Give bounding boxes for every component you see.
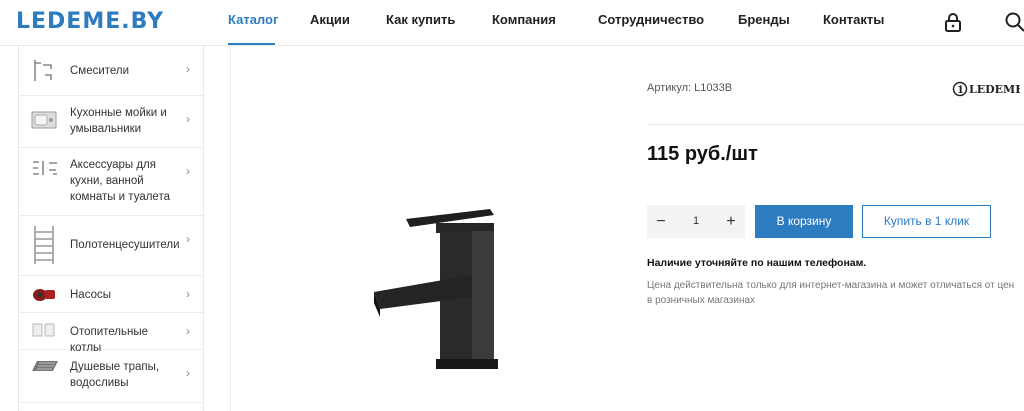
nav-cooperation[interactable]: Сотрудничество — [598, 12, 704, 27]
nav-promotions[interactable]: Акции — [310, 12, 350, 27]
chevron-right-icon: › — [186, 366, 190, 380]
chevron-right-icon: › — [186, 324, 190, 338]
buy-one-click-button[interactable]: Купить в 1 клик — [862, 205, 991, 238]
sidebar-item-sinks[interactable]: Кухонные мойки и умывальники › — [19, 96, 203, 148]
sidebar-item-label: Кухонные мойки и умывальники — [70, 107, 167, 135]
sidebar-item-pumps[interactable]: Насосы › — [19, 276, 203, 313]
catalog-sidebar: Смесители › Кухонные мойки и умывальники… — [18, 46, 204, 411]
brand-logo[interactable]: 1 LEDEME — [952, 80, 1024, 98]
price-disclaimer: Цена действительна только для интернет-м… — [647, 280, 1015, 306]
sidebar-item-towel-dryers[interactable]: Полотенцесушители › — [19, 216, 203, 276]
sidebar-item-boilers[interactable]: Отопительные котлы › — [19, 313, 203, 354]
chevron-right-icon: › — [186, 112, 190, 126]
chevron-right-icon: › — [186, 62, 190, 76]
nav-catalog[interactable]: Каталог — [228, 12, 278, 27]
site-header: LEDEME.BY Каталог Акции Как купить Компа… — [0, 0, 1024, 46]
site-logo[interactable]: LEDEME.BY — [16, 9, 164, 34]
content-divider — [230, 46, 231, 411]
product-image — [340, 195, 520, 375]
sidebar-item-label: Полотенцесушители — [70, 239, 180, 251]
quantity-stepper: − + — [647, 205, 745, 238]
availability-note: Наличие уточняйте по нашим телефонам. — [647, 257, 867, 269]
decrease-quantity-button[interactable]: − — [647, 205, 675, 238]
sidebar-item-faucets[interactable]: Смесители › — [19, 46, 203, 96]
increase-quantity-button[interactable]: + — [717, 205, 745, 238]
accessories-thumb-icon — [31, 158, 57, 178]
chevron-right-icon: › — [186, 164, 190, 178]
sidebar-item-label: Насосы — [70, 289, 111, 301]
towel-dryer-thumb-icon — [31, 224, 57, 266]
product-sku: Артикул: L1033B — [647, 82, 733, 94]
nav-brands[interactable]: Бренды — [738, 12, 790, 27]
active-nav-indicator — [228, 43, 275, 45]
quantity-input[interactable] — [675, 205, 717, 238]
sidebar-item-accessories[interactable]: Аксессуары для кухни, ванной комнаты и т… — [19, 148, 203, 216]
nav-how-to-buy[interactable]: Как купить — [386, 12, 455, 27]
drain-thumb-icon — [31, 359, 58, 379]
sidebar-item-label: Аксессуары для кухни, ванной комнаты и т… — [70, 159, 170, 203]
faucet-thumb-icon — [31, 57, 57, 81]
info-divider — [647, 124, 1024, 125]
sink-thumb-icon — [31, 110, 57, 130]
sidebar-item-drains[interactable]: Душевые трапы, водосливы › — [19, 350, 203, 403]
svg-text:1: 1 — [957, 85, 964, 96]
brand-name: LEDEME — [969, 83, 1020, 96]
search-icon[interactable] — [1004, 11, 1024, 33]
add-to-cart-button[interactable]: В корзину — [755, 205, 853, 238]
chevron-right-icon: › — [186, 232, 190, 246]
lock-icon[interactable] — [942, 11, 964, 33]
product-price: 115 руб./шт — [647, 143, 758, 165]
chevron-right-icon: › — [186, 287, 190, 301]
pump-thumb-icon — [31, 285, 57, 305]
sidebar-item-label: Смесители — [70, 65, 130, 77]
sidebar-item-label: Душевые трапы, водосливы — [70, 361, 160, 389]
boiler-thumb-icon — [31, 322, 57, 342]
nav-contacts[interactable]: Контакты — [823, 12, 884, 27]
nav-company[interactable]: Компания — [492, 12, 556, 27]
